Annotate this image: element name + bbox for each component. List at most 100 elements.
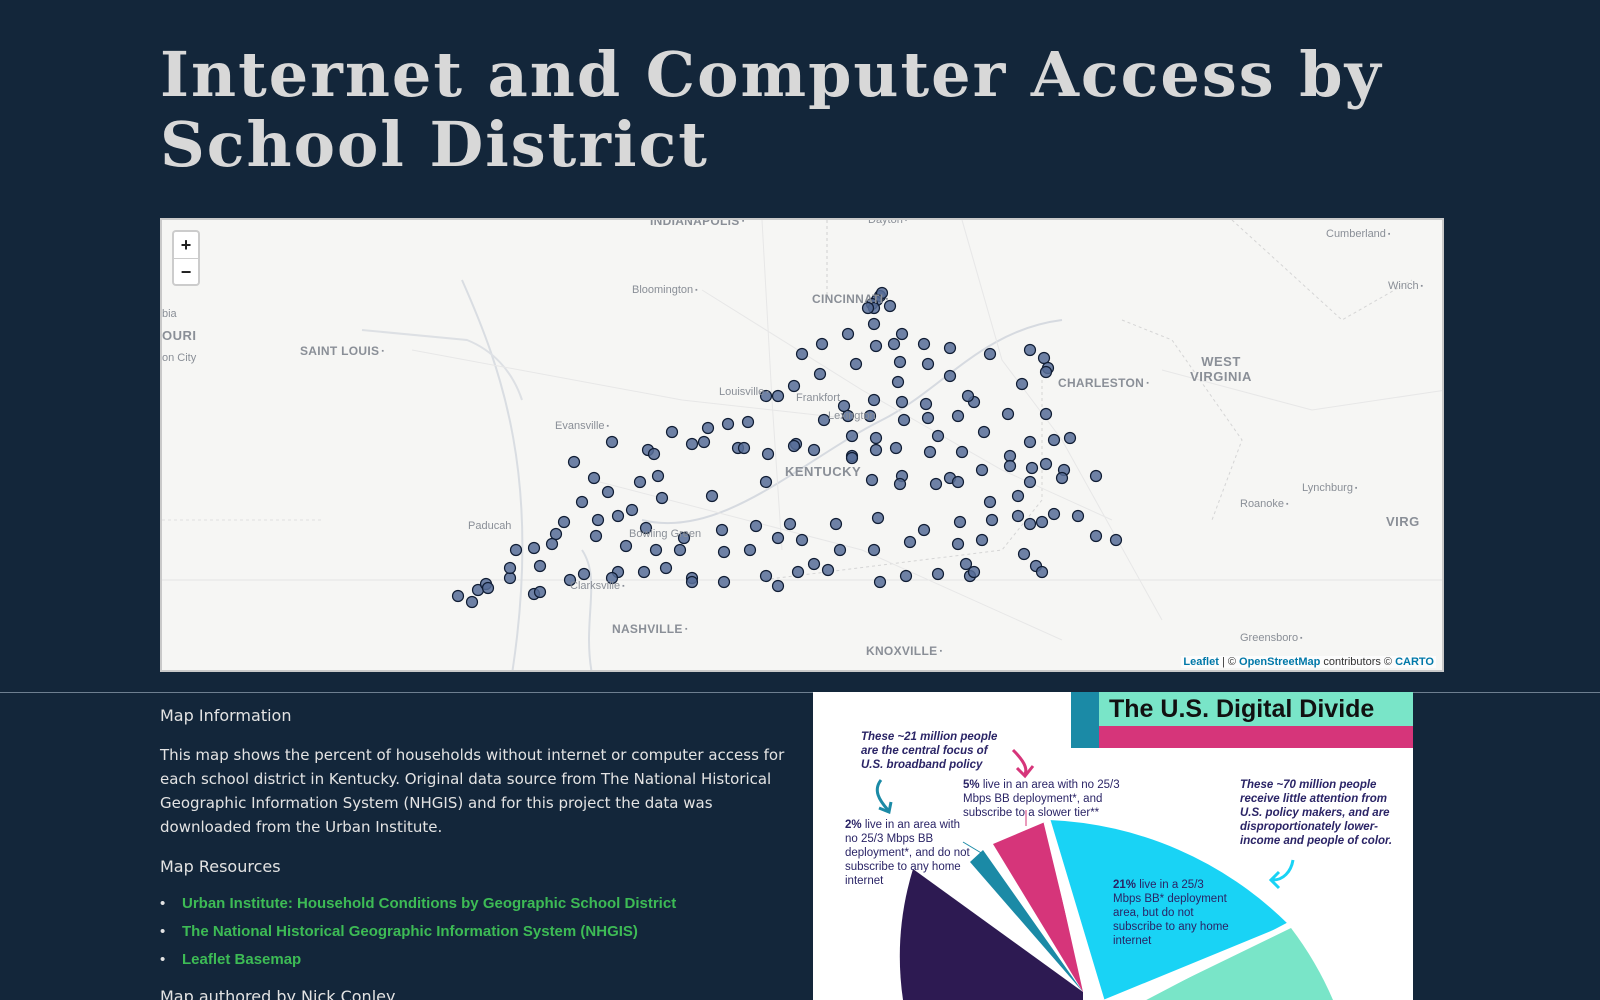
district-marker[interactable]	[1037, 351, 1051, 365]
district-marker[interactable]	[1047, 433, 1061, 447]
district-marker[interactable]	[943, 341, 957, 355]
district-marker[interactable]	[1063, 431, 1077, 445]
resource-link-leaflet[interactable]: Leaflet Basemap	[182, 951, 301, 968]
map-container[interactable]: + − INDIANAPOLIS Dayton Cumberland Blooming…	[160, 218, 1444, 672]
district-marker[interactable]	[1047, 507, 1061, 521]
district-marker[interactable]	[849, 357, 863, 371]
district-marker[interactable]	[701, 421, 715, 435]
district-marker[interactable]	[587, 471, 601, 485]
district-marker[interactable]	[869, 431, 883, 445]
district-marker[interactable]	[921, 357, 935, 371]
district-marker[interactable]	[807, 557, 821, 571]
district-marker[interactable]	[889, 441, 903, 455]
district-marker[interactable]	[741, 415, 755, 429]
district-marker[interactable]	[845, 429, 859, 443]
district-marker[interactable]	[891, 375, 905, 389]
district-marker[interactable]	[759, 475, 773, 489]
district-marker[interactable]	[465, 595, 479, 609]
district-marker[interactable]	[545, 537, 559, 551]
district-marker[interactable]	[977, 425, 991, 439]
district-marker[interactable]	[655, 491, 669, 505]
district-marker[interactable]	[985, 513, 999, 527]
district-marker[interactable]	[931, 429, 945, 443]
district-marker[interactable]	[895, 327, 909, 341]
district-marker[interactable]	[1003, 449, 1017, 463]
district-marker[interactable]	[923, 445, 937, 459]
district-marker[interactable]	[1015, 377, 1029, 391]
district-marker[interactable]	[887, 337, 901, 351]
district-marker[interactable]	[1001, 407, 1015, 421]
district-marker[interactable]	[867, 393, 881, 407]
district-marker[interactable]	[665, 425, 679, 439]
district-marker[interactable]	[685, 575, 699, 589]
district-marker[interactable]	[749, 519, 763, 533]
district-marker[interactable]	[619, 539, 633, 553]
district-marker[interactable]	[651, 469, 665, 483]
district-marker[interactable]	[841, 327, 855, 341]
district-marker[interactable]	[903, 535, 917, 549]
district-marker[interactable]	[1039, 407, 1053, 421]
district-marker[interactable]	[649, 543, 663, 557]
district-marker[interactable]	[975, 463, 989, 477]
district-marker[interactable]	[771, 389, 785, 403]
district-marker[interactable]	[921, 411, 935, 425]
map-canvas[interactable]	[162, 220, 1444, 672]
district-marker[interactable]	[917, 337, 931, 351]
district-marker[interactable]	[951, 409, 965, 423]
district-marker[interactable]	[787, 439, 801, 453]
district-marker[interactable]	[625, 503, 639, 517]
district-marker[interactable]	[717, 545, 731, 559]
district-marker[interactable]	[637, 565, 651, 579]
district-marker[interactable]	[759, 569, 773, 583]
district-marker[interactable]	[533, 559, 547, 573]
zoom-in-button[interactable]: +	[174, 232, 198, 258]
district-marker[interactable]	[893, 355, 907, 369]
district-marker[interactable]	[611, 509, 625, 523]
district-marker[interactable]	[685, 437, 699, 451]
district-marker[interactable]	[567, 455, 581, 469]
district-marker[interactable]	[1039, 457, 1053, 471]
leaflet-link[interactable]: Leaflet	[1183, 656, 1218, 668]
district-marker[interactable]	[549, 527, 563, 541]
district-marker[interactable]	[929, 477, 943, 491]
district-marker[interactable]	[867, 543, 881, 557]
district-marker[interactable]	[955, 445, 969, 459]
resource-link-nhgis[interactable]: The National Historical Geographic Infor…	[182, 923, 638, 940]
district-marker[interactable]	[791, 565, 805, 579]
district-marker[interactable]	[577, 567, 591, 581]
carto-link[interactable]: CARTO	[1395, 656, 1434, 668]
district-marker[interactable]	[931, 567, 945, 581]
district-marker[interactable]	[1003, 459, 1017, 473]
district-marker[interactable]	[795, 533, 809, 547]
district-marker[interactable]	[807, 443, 821, 457]
district-marker[interactable]	[481, 581, 495, 595]
district-marker[interactable]	[1089, 529, 1103, 543]
district-marker[interactable]	[1089, 469, 1103, 483]
district-marker[interactable]	[705, 489, 719, 503]
district-marker[interactable]	[815, 337, 829, 351]
resource-link-urban-institute[interactable]: Urban Institute: Household Conditions by…	[182, 895, 676, 912]
district-marker[interactable]	[1011, 509, 1025, 523]
district-marker[interactable]	[919, 397, 933, 411]
district-marker[interactable]	[917, 523, 931, 537]
district-marker[interactable]	[867, 317, 881, 331]
district-marker[interactable]	[869, 443, 883, 457]
district-marker[interactable]	[761, 447, 775, 461]
district-marker[interactable]	[833, 543, 847, 557]
district-marker[interactable]	[743, 543, 757, 557]
district-marker[interactable]	[533, 585, 547, 599]
district-marker[interactable]	[783, 517, 797, 531]
district-marker[interactable]	[897, 413, 911, 427]
district-marker[interactable]	[1035, 565, 1049, 579]
district-marker[interactable]	[893, 477, 907, 491]
district-marker[interactable]	[871, 511, 885, 525]
district-marker[interactable]	[869, 339, 883, 353]
district-marker[interactable]	[503, 561, 517, 575]
district-marker[interactable]	[503, 571, 517, 585]
district-marker[interactable]	[527, 541, 541, 555]
district-marker[interactable]	[865, 473, 879, 487]
district-marker[interactable]	[721, 417, 735, 431]
district-marker[interactable]	[697, 435, 711, 449]
district-marker[interactable]	[829, 517, 843, 531]
district-marker[interactable]	[647, 447, 661, 461]
